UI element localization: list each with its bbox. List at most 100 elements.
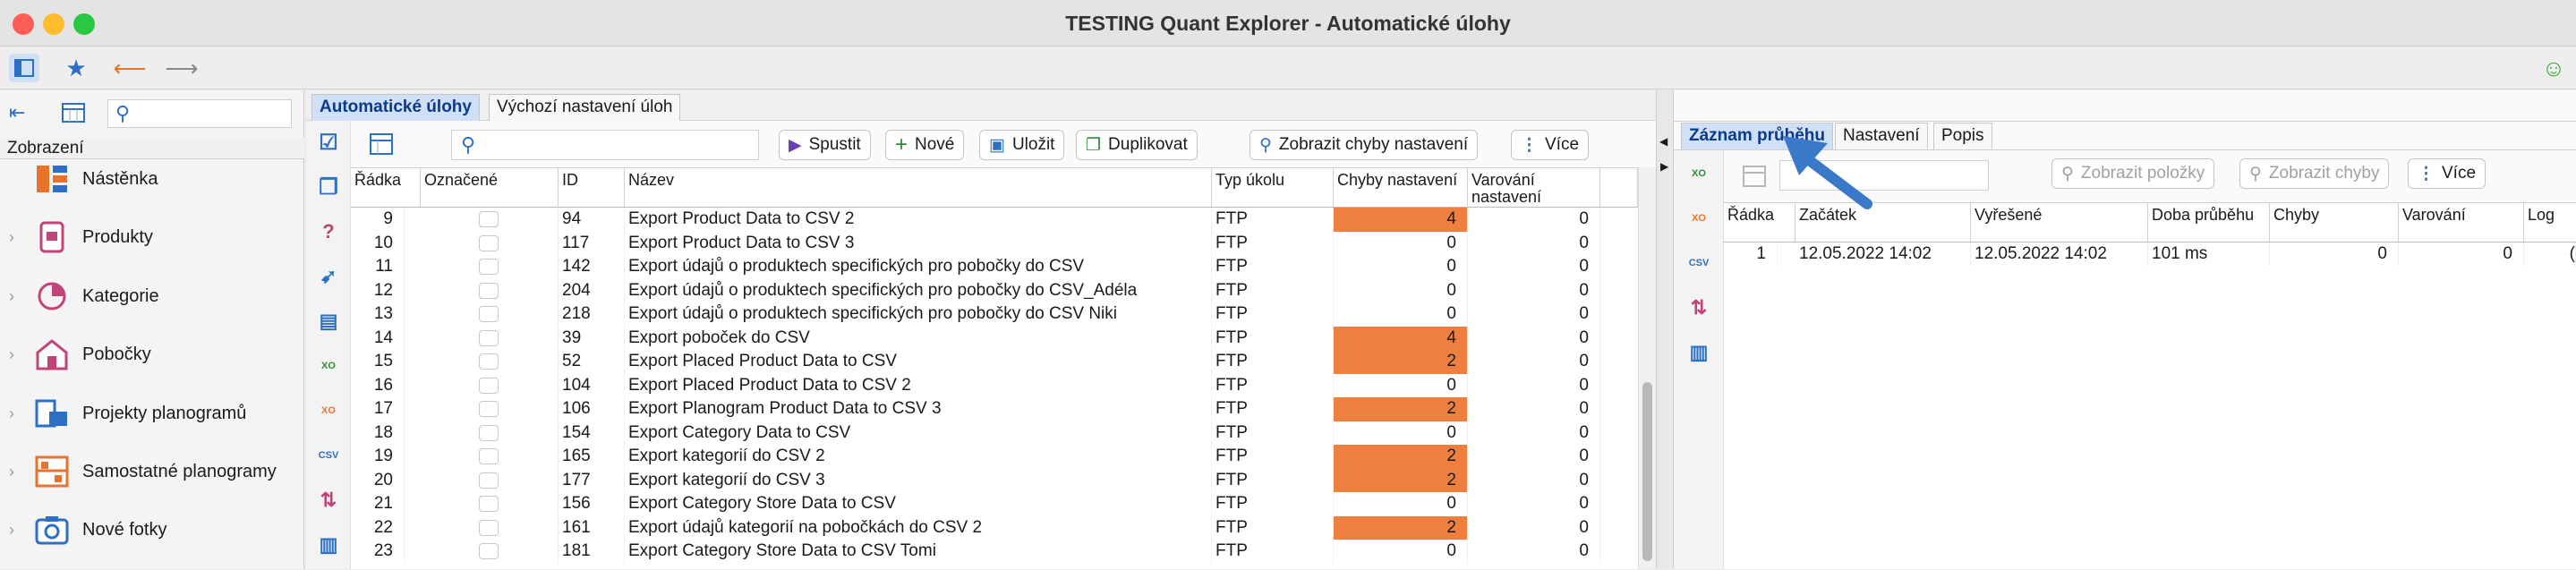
marked-checkbox[interactable] xyxy=(479,282,499,299)
marked-checkbox[interactable] xyxy=(479,353,499,370)
excel-export-icon[interactable]: XO xyxy=(1685,204,1713,233)
sidebar-item-label: Produkty xyxy=(82,226,153,247)
marked-checkbox[interactable] xyxy=(479,329,499,346)
log-header-log[interactable]: Log xyxy=(2524,203,2576,242)
marked-checkbox[interactable] xyxy=(479,306,499,322)
copy-icon[interactable]: ❐ xyxy=(314,173,343,201)
cell-name: Export kategorií do CSV 2 xyxy=(625,445,1212,469)
bar-chart-icon[interactable]: ▥ xyxy=(1685,338,1713,367)
sidebar-search-input[interactable]: ⚲ xyxy=(107,99,292,128)
csv-icon[interactable]: CSV xyxy=(314,441,343,470)
marked-checkbox[interactable] xyxy=(479,496,499,512)
checklist-icon[interactable]: ☑ xyxy=(314,128,343,157)
table-row[interactable]: 17 106 Export Planogram Product Data to CS… xyxy=(351,397,1638,421)
duplicate-button[interactable]: ❐ Duplikovat xyxy=(1076,130,1198,160)
table-row[interactable]: 23 181 Export Category Store Data to CSV T… xyxy=(351,540,1638,564)
column-header-name[interactable]: Název xyxy=(625,168,1212,208)
column-header-marked[interactable]: Označené xyxy=(421,168,559,208)
tasks-search-input[interactable]: ⚲ xyxy=(451,130,759,160)
panel-splitter[interactable]: ◀ ▶ xyxy=(1656,90,1674,569)
table-row[interactable]: 13 218 Export údajů o produktech specifick… xyxy=(351,302,1638,327)
table-row[interactable]: 9 94 Export Product Data to CSV 2 FTP 4 0 xyxy=(351,208,1638,232)
save-button[interactable]: ▣ Uložit xyxy=(979,130,1065,160)
scrollbar-thumb[interactable] xyxy=(1642,382,1652,561)
sidebar-item-categories[interactable]: › Kategorie xyxy=(0,268,304,324)
tab-default-task-settings[interactable]: Výchozí nastavení úloh xyxy=(489,94,681,121)
run-button[interactable]: ▶ Spustit xyxy=(779,130,871,160)
marked-checkbox[interactable] xyxy=(479,543,499,559)
excel-import-icon[interactable]: XO xyxy=(1685,159,1713,188)
sidebar-item-stores[interactable]: › Pobočky xyxy=(0,327,304,382)
marked-checkbox[interactable] xyxy=(479,472,499,489)
table-settings-icon[interactable] xyxy=(1742,164,1769,189)
csv-icon[interactable]: CSV xyxy=(1685,249,1713,277)
column-header-id[interactable]: ID xyxy=(559,168,625,208)
log-header-warnings[interactable]: Varování xyxy=(2399,203,2524,242)
smiley-feedback-icon[interactable]: ☺ xyxy=(2538,54,2569,82)
collapse-left-icon[interactable]: ◀ xyxy=(1659,135,1668,148)
table-settings-icon[interactable] xyxy=(369,132,396,157)
marked-checkbox[interactable] xyxy=(479,377,499,394)
calendar-grid-icon[interactable] xyxy=(61,101,88,124)
tasks-scrollbar[interactable] xyxy=(1638,167,1656,569)
tab-automatic-tasks[interactable]: Automatické úlohy xyxy=(311,94,480,121)
table-row[interactable]: 1 12.05.2022 14:02 12.05.2022 14:02 101 … xyxy=(1724,242,2576,267)
table-row[interactable]: 19 165 Export kategorií do CSV 2 FTP 2 0 xyxy=(351,445,1638,469)
marked-checkbox[interactable] xyxy=(479,259,499,275)
table-row[interactable]: 14 39 Export poboček do CSV FTP 4 0 xyxy=(351,326,1638,350)
table-row[interactable]: 15 52 Export Placed Product Data to CSV FTP… xyxy=(351,350,1638,374)
collapse-right-icon[interactable]: ▶ xyxy=(1660,160,1668,173)
log-header-errors[interactable]: Chyby xyxy=(2270,203,2399,242)
column-header-task-type[interactable]: Typ úkolu xyxy=(1212,168,1334,208)
favorites-star-icon[interactable]: ★ xyxy=(61,54,91,82)
table-row[interactable]: 16 104 Export Placed Product Data to CSV 2… xyxy=(351,373,1638,397)
log-cell-duration: 101 ms xyxy=(2148,242,2270,267)
marked-checkbox[interactable] xyxy=(479,401,499,417)
marked-checkbox[interactable] xyxy=(479,424,499,441)
more-button[interactable]: ⋮ Více xyxy=(1511,130,1590,160)
show-items-button[interactable]: ⚲ Zobrazit položky xyxy=(2051,158,2215,189)
cell-marked xyxy=(421,278,559,302)
show-errors-button[interactable]: ⚲ Zobrazit chyby xyxy=(2239,158,2390,189)
detail-more-button[interactable]: ⋮ Více xyxy=(2408,158,2486,189)
column-header-setting-warnings[interactable]: Varování nastavení xyxy=(1468,168,1600,208)
table-row[interactable]: 20 177 Export kategorií do CSV 3 FTP 2 0 xyxy=(351,468,1638,492)
sidebar-item-dashboard[interactable]: Nástěnka xyxy=(0,151,304,207)
forward-arrow-icon[interactable]: ⟶ xyxy=(165,54,198,82)
marked-checkbox[interactable] xyxy=(479,519,499,536)
bar-chart-icon[interactable]: ▥ xyxy=(314,531,343,559)
sidebar-item-products[interactable]: › Produkty xyxy=(0,209,304,265)
table-row[interactable]: 12 204 Export údajů o produktech specifick… xyxy=(351,278,1638,302)
log-header-duration[interactable]: Doba průběhu xyxy=(2148,203,2270,242)
table-row[interactable]: 10 117 Export Product Data to CSV 3 FTP 0 0 xyxy=(351,231,1638,255)
cell-row: 9 xyxy=(351,208,405,232)
sort-icon[interactable]: ⇅ xyxy=(1685,294,1713,322)
sidebar-item-planograms[interactable]: › Samostatné planogramy xyxy=(0,444,304,499)
sort-icon[interactable]: ⇅ xyxy=(314,486,343,515)
excel-export-icon[interactable]: XO xyxy=(314,396,343,425)
back-arrow-icon[interactable]: ⟵ xyxy=(113,54,146,82)
table-row[interactable]: 21 156 Export Category Store Data to CSV FT… xyxy=(351,492,1638,516)
table-row[interactable]: 22 161 Export údajů kategorií na pobočkách… xyxy=(351,515,1638,540)
cell-setting-errors: 2 xyxy=(1334,445,1468,469)
column-header-row[interactable]: Řádka xyxy=(351,168,421,208)
sidebar-toggle-icon[interactable] xyxy=(9,54,39,82)
table-row[interactable]: 18 154 Export Category Data to CSV FTP 0 0 xyxy=(351,421,1638,445)
show-setting-errors-button[interactable]: ⚲ Zobrazit chyby nastavení xyxy=(1250,130,1479,160)
sidebar-item-planogram-projects[interactable]: › Projekty planogramů xyxy=(0,386,304,441)
document-list-icon[interactable]: ▤ xyxy=(314,307,343,336)
cursor-icon[interactable]: ➹ xyxy=(314,262,343,291)
column-header-setting-errors[interactable]: Chyby nastavení xyxy=(1334,168,1468,208)
cell-task-type: FTP xyxy=(1212,421,1334,445)
marked-checkbox[interactable] xyxy=(479,448,499,464)
collapse-sidebar-icon[interactable]: ⇤ xyxy=(9,101,25,124)
marked-checkbox[interactable] xyxy=(479,234,499,251)
new-button[interactable]: + Nové xyxy=(885,130,965,160)
log-header-resolved[interactable]: Vyřešené xyxy=(1971,203,2148,242)
help-icon[interactable]: ? xyxy=(314,217,343,246)
table-row[interactable]: 11 142 Export údajů o produktech specifick… xyxy=(351,255,1638,279)
excel-import-icon[interactable]: XO xyxy=(314,352,343,380)
marked-checkbox[interactable] xyxy=(479,211,499,227)
tab-description[interactable]: Popis xyxy=(1933,123,1992,149)
sidebar-item-new-photos[interactable]: › Nové fotky xyxy=(0,502,304,557)
